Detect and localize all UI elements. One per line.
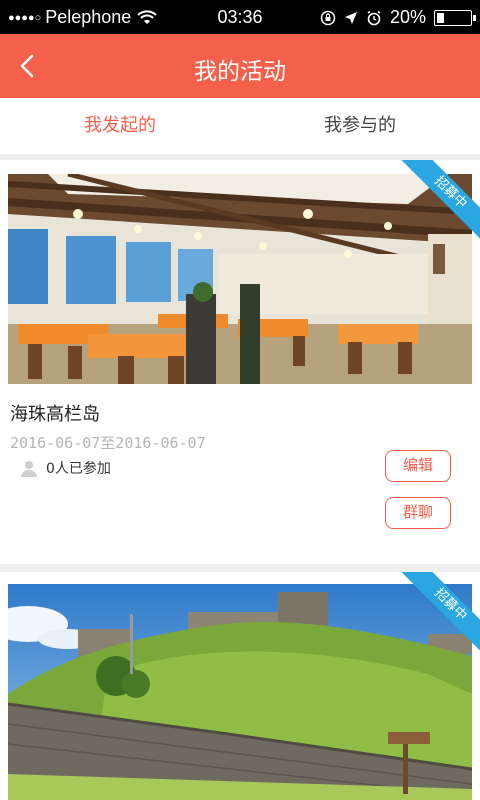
battery-percent: 20% xyxy=(389,7,426,27)
activity-image-hill-fortress[interactable] xyxy=(8,584,472,800)
tab-initiated[interactable]: 我发起的 xyxy=(0,98,240,154)
tab-participated[interactable]: 我参与的 xyxy=(240,98,480,154)
activity-card[interactable]: 招募中 海珠高栏岛 2016-06-07至2016-06-07 0人已参加 编辑… xyxy=(0,160,480,564)
nav-bar: 我的活动 xyxy=(0,34,480,98)
activity-card[interactable]: 招募中 xyxy=(0,572,480,800)
rotation-lock-icon xyxy=(320,10,336,25)
activity-date: 2016-06-07至2016-06-07 xyxy=(10,434,206,452)
participant-count-label: 0人已参加 xyxy=(46,461,111,477)
alarm-icon xyxy=(367,10,381,25)
battery-icon xyxy=(434,9,476,26)
edit-button[interactable]: 编辑 xyxy=(385,450,451,482)
status-bar: ●●●●○ Pelephone 03:36 20% xyxy=(0,0,480,34)
person-icon xyxy=(21,461,37,477)
group-chat-button[interactable]: 群聊 xyxy=(385,497,451,529)
battery-level xyxy=(437,12,444,23)
activity-image-restaurant[interactable] xyxy=(8,174,472,384)
tab-bar: 我发起的 我参与的 xyxy=(0,98,480,154)
activity-title[interactable]: 海珠高栏岛 xyxy=(10,400,100,426)
status-right: 20% xyxy=(320,7,476,28)
participant-count: 0人已参加 xyxy=(20,458,111,478)
page-title: 我的活动 xyxy=(194,59,286,85)
location-arrow-icon xyxy=(344,11,357,24)
